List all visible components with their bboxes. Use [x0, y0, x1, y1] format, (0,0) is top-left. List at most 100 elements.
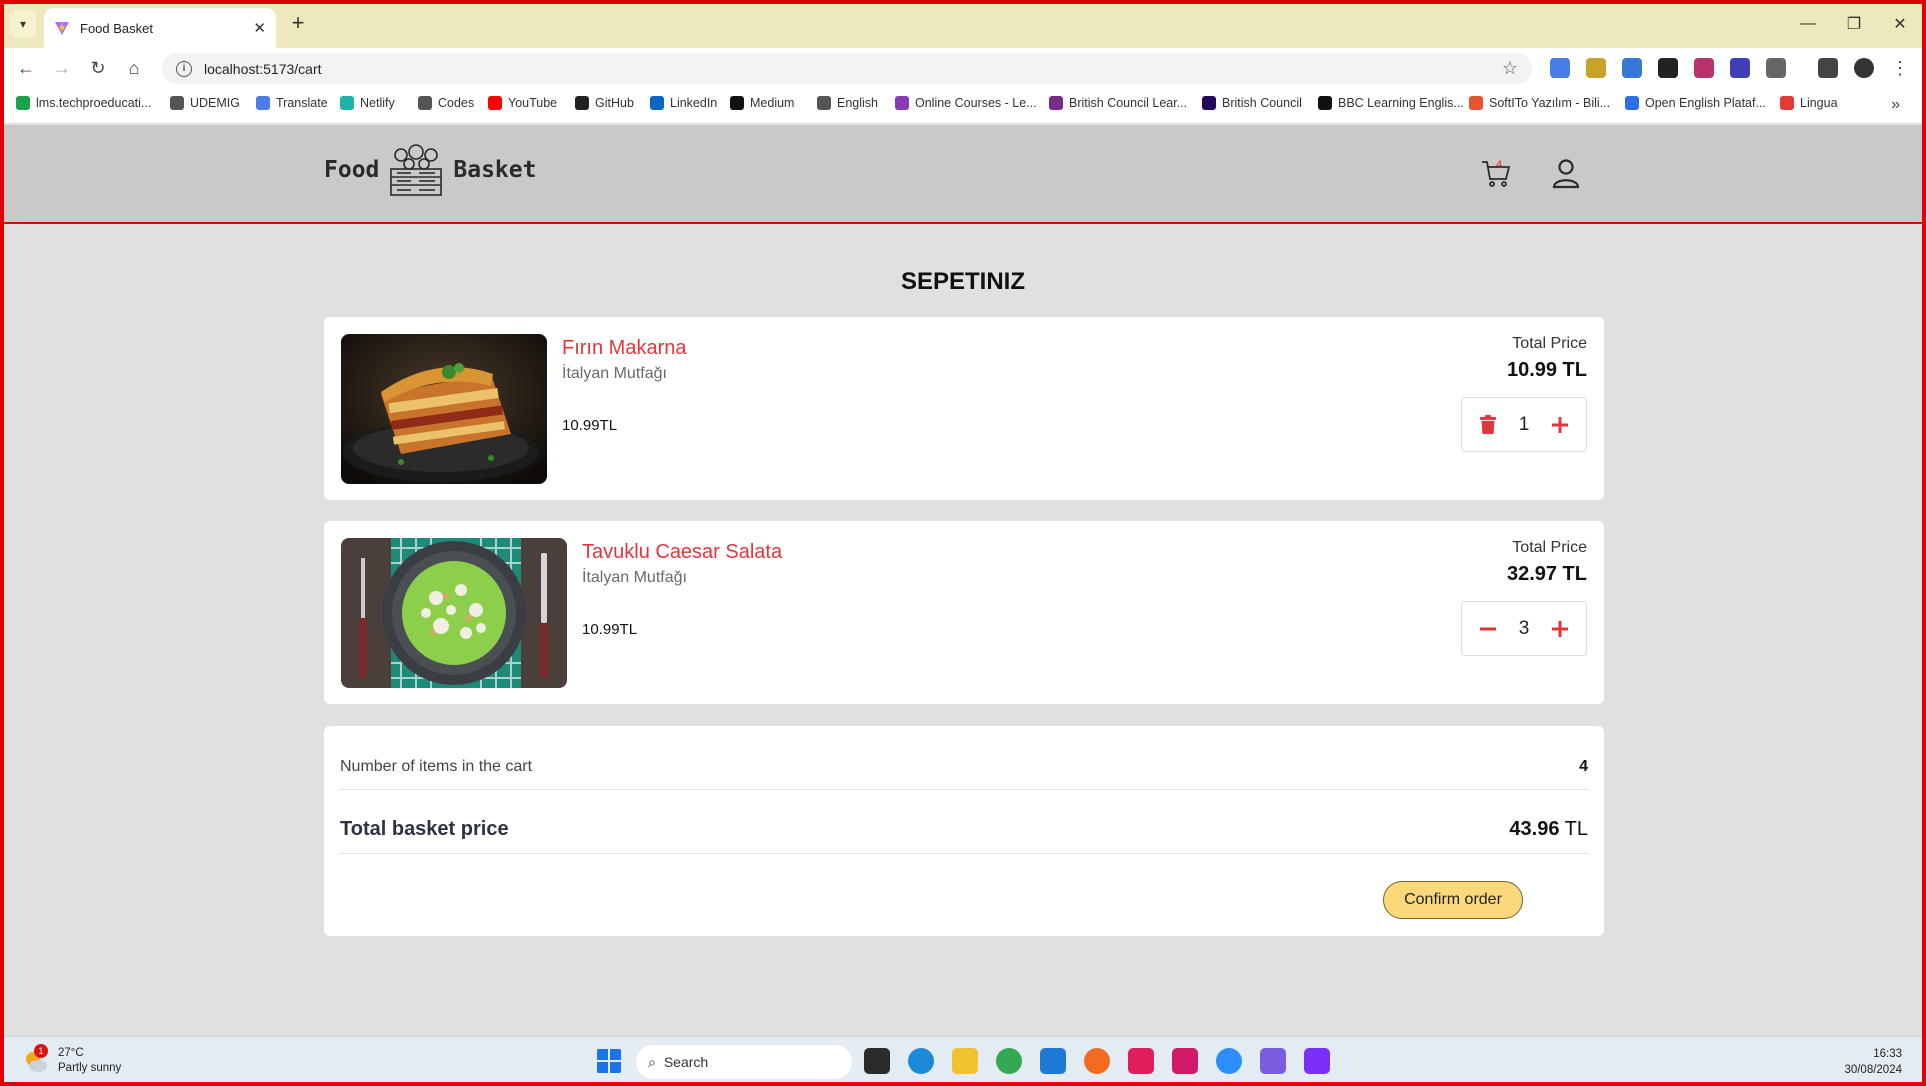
reload-icon[interactable]: ↻: [84, 54, 112, 82]
file-explorer-icon[interactable]: [952, 1048, 978, 1074]
bookmark-item[interactable]: Medium: [730, 96, 794, 110]
tab-search-button[interactable]: ▾: [10, 10, 36, 38]
extension-icon[interactable]: [1730, 58, 1750, 78]
minimize-icon[interactable]: —: [1788, 10, 1828, 38]
bookmark-item[interactable]: Lingua: [1780, 96, 1838, 110]
address-bar[interactable]: i localhost:5173/cart ☆: [162, 53, 1532, 84]
bookmark-star-icon[interactable]: ☆: [1502, 58, 1518, 79]
tab-title: Food Basket: [80, 20, 153, 36]
edge-icon[interactable]: [908, 1048, 934, 1074]
total-basket-currency: TL: [1564, 818, 1588, 840]
cart-count-badge: 4: [1496, 159, 1503, 171]
vscode-icon[interactable]: [1040, 1048, 1066, 1074]
task-view-icon[interactable]: [864, 1048, 890, 1074]
tab-close-icon[interactable]: ✕: [253, 19, 266, 37]
medium-icon: [730, 96, 744, 110]
clock-time: 16:33: [1873, 1048, 1902, 1060]
system-clock[interactable]: 16:33 30/08/2024: [1844, 1046, 1902, 1078]
bookmark-label: British Council Lear...: [1069, 96, 1188, 110]
extension-icon[interactable]: [1586, 58, 1606, 78]
forward-arrow-icon[interactable]: →: [48, 54, 76, 82]
zoom-icon[interactable]: [1216, 1048, 1242, 1074]
bookmark-label: BBC Learning Englis...: [1338, 96, 1464, 110]
logo-text-left: Food: [324, 157, 380, 183]
search-icon: ⌕: [648, 1053, 656, 1070]
total-price-label: Total Price: [1512, 335, 1587, 352]
check-circle-icon: [16, 96, 30, 110]
confirm-order-button[interactable]: Confirm order: [1383, 881, 1523, 919]
window-close-icon[interactable]: ✕: [1880, 10, 1920, 38]
url-text[interactable]: localhost:5173/cart: [204, 61, 322, 77]
vite-favicon-icon: [55, 21, 69, 35]
bookmark-item[interactable]: British Council: [1202, 96, 1302, 110]
increment-button[interactable]: [1546, 615, 1574, 643]
bookmark-item[interactable]: lms.techproeducati...: [16, 96, 151, 110]
bookmark-item[interactable]: Online Courses - Le...: [895, 96, 1037, 110]
bookmarks-bar: lms.techproeducati... UDEMIG Translate Netl…: [0, 88, 1926, 124]
home-icon[interactable]: ⌂: [120, 54, 148, 82]
bookmark-item[interactable]: YouTube: [488, 96, 557, 110]
youtube-icon: [488, 96, 502, 110]
items-count-row: Number of items in the cart 4: [340, 726, 1588, 790]
extensions-puzzle-icon[interactable]: [1766, 58, 1786, 78]
logo[interactable]: Food Basket: [324, 143, 536, 197]
total-price-row: Total basket price 43.96 TL: [340, 790, 1588, 854]
remove-item-button[interactable]: [1474, 411, 1502, 439]
weather-temperature: 27°C: [58, 1047, 84, 1059]
site-info-icon[interactable]: i: [176, 60, 192, 77]
bookmark-label: Netlify: [360, 96, 395, 110]
item-total-price: 32.97 TL: [1506, 563, 1587, 585]
folder-icon: [170, 96, 184, 110]
postman-icon[interactable]: [1084, 1048, 1110, 1074]
bookmark-item[interactable]: Codes: [418, 96, 474, 110]
bookmark-item[interactable]: BBC Learning Englis...: [1318, 96, 1464, 110]
bookmark-label: UDEMIG: [190, 96, 240, 110]
bookmark-item[interactable]: SoftITo Yazılım - Bili...: [1469, 96, 1610, 110]
lingua-icon: [1780, 96, 1794, 110]
bookmark-item[interactable]: UDEMIG: [170, 96, 240, 110]
bookmark-label: GitHub: [595, 96, 634, 110]
weather-widget[interactable]: 1 27°C Partly sunny: [22, 1044, 121, 1076]
intellij-icon[interactable]: [1172, 1048, 1198, 1074]
bookmark-label: Online Courses - Le...: [915, 96, 1037, 110]
decrement-button[interactable]: [1474, 615, 1502, 643]
bookmark-item[interactable]: Netlify: [340, 96, 395, 110]
bookmark-item[interactable]: LinkedIn: [650, 96, 717, 110]
bookmark-item[interactable]: British Council Lear...: [1049, 96, 1187, 110]
browser-tab-bar: ▾ Food Basket ✕ + — ❐ ✕: [0, 0, 1926, 48]
windows-taskbar: 1 27°C Partly sunny ⌕ Search 16:33 30/08…: [0, 1036, 1926, 1086]
item-unit-price: 10.99TL: [582, 621, 638, 638]
user-icon[interactable]: [1550, 157, 1582, 189]
item-name[interactable]: Fırın Makarna: [562, 337, 686, 360]
bookmark-item[interactable]: Translate: [256, 96, 328, 110]
slack-icon[interactable]: [1128, 1048, 1154, 1074]
bookmark-item[interactable]: English: [817, 96, 878, 110]
bookmark-item[interactable]: GitHub: [575, 96, 634, 110]
cart-item-card: Tavuklu Caesar Salata İtalyan Mutfağı 10…: [324, 521, 1604, 704]
downloads-icon[interactable]: [1818, 58, 1838, 78]
bootstrap-studio-icon[interactable]: [1304, 1048, 1330, 1074]
windows-start-icon[interactable]: [596, 1048, 622, 1074]
back-arrow-icon[interactable]: ←: [12, 54, 40, 82]
taskbar-search[interactable]: ⌕ Search: [636, 1045, 852, 1079]
extension-icon[interactable]: [1622, 58, 1642, 78]
item-name[interactable]: Tavuklu Caesar Salata: [582, 541, 782, 564]
browser-toolbar: ← → ↻ ⌂ i localhost:5173/cart ☆ ⋮: [0, 48, 1926, 88]
new-tab-button[interactable]: +: [286, 12, 310, 36]
bookmark-item[interactable]: Open English Plataf...: [1625, 96, 1766, 110]
bookmarks-overflow-icon[interactable]: »: [1891, 96, 1900, 114]
eyedropper-extension-icon[interactable]: [1658, 58, 1678, 78]
bookmark-label: British Council: [1222, 96, 1302, 110]
translate-extension-icon[interactable]: [1550, 58, 1570, 78]
profile-avatar[interactable]: [1854, 58, 1874, 78]
extension-icon[interactable]: [1694, 58, 1714, 78]
bookmark-label: Translate: [276, 96, 328, 110]
food-basket-logo-icon: [390, 144, 443, 196]
increment-button[interactable]: [1546, 411, 1574, 439]
active-tab[interactable]: Food Basket ✕: [44, 8, 276, 48]
chrome-icon[interactable]: [996, 1048, 1022, 1074]
snipping-tool-icon[interactable]: [1260, 1048, 1286, 1074]
menu-kebab-icon[interactable]: ⋮: [1886, 54, 1914, 82]
total-basket-value: 43.96 TL: [1509, 818, 1588, 841]
restore-icon[interactable]: ❐: [1834, 10, 1874, 38]
